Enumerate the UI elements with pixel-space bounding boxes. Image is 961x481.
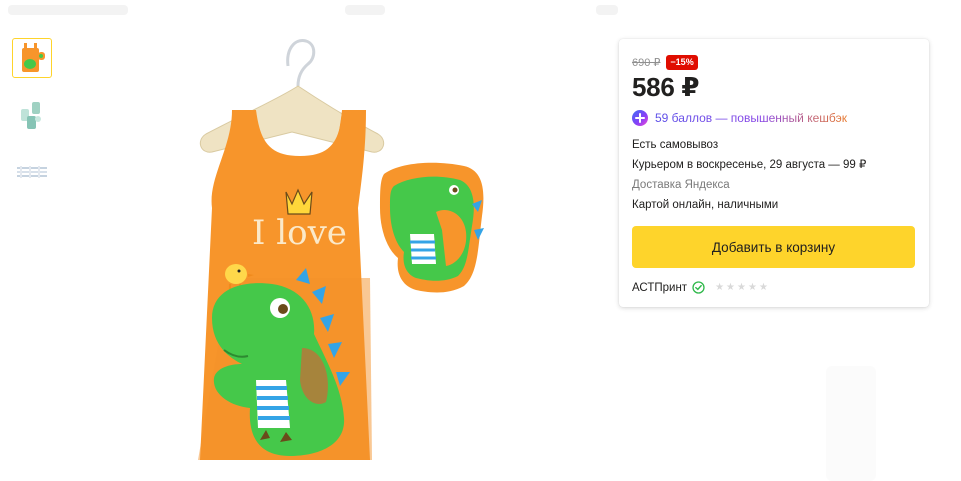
star-icon: ★ bbox=[715, 281, 725, 293]
cashback-row[interactable]: 59 баллов — повышенный кешбэк bbox=[632, 110, 916, 126]
old-price: 690 ₽ bbox=[632, 56, 661, 69]
apron-thumb-icon bbox=[21, 102, 41, 129]
sleeve-icon bbox=[380, 162, 484, 293]
payment-text: Картой онлайн, наличными bbox=[632, 199, 779, 211]
star-icon: ★ bbox=[747, 281, 757, 293]
star-icon: ★ bbox=[737, 281, 746, 293]
orange-dinosaur-apron-image: I love bbox=[198, 39, 484, 460]
apron-thumb-icon bbox=[22, 43, 45, 72]
thumbnail-2[interactable] bbox=[12, 95, 52, 135]
background-remnant bbox=[826, 366, 876, 481]
size-chart-thumb-icon bbox=[17, 166, 47, 178]
star-icon: ★ bbox=[726, 281, 736, 293]
seller-row: АСТПринт ★ ★ ★ ★ ★ bbox=[632, 281, 916, 294]
delivery-info: Есть самовывоз Курьером в воскресенье, 2… bbox=[632, 138, 916, 212]
top-bar-remnant bbox=[0, 0, 961, 22]
seller-name[interactable]: АСТПринт bbox=[632, 282, 687, 294]
top-bar-ghost bbox=[8, 5, 128, 15]
discount-badge: −15% bbox=[666, 54, 698, 70]
old-price-row: 690 ₽ −15% bbox=[632, 54, 916, 70]
product-main-image[interactable]: I love bbox=[80, 28, 600, 481]
offer-card: 690 ₽ −15% 586 ₽ 59 баллов — повышенный … bbox=[619, 39, 929, 307]
thumbnail-3[interactable] bbox=[12, 152, 52, 192]
thumbnail-1[interactable] bbox=[12, 38, 52, 78]
top-bar-ghost bbox=[596, 5, 618, 15]
cashback-text: 59 баллов — повышенный кешбэк bbox=[655, 111, 847, 125]
courier-text: Курьером в воскресенье, 29 августа — 99 … bbox=[632, 159, 867, 171]
current-price: 586 ₽ bbox=[632, 72, 700, 102]
seller-rating[interactable]: ★ ★ ★ ★ ★ bbox=[715, 281, 768, 293]
plus-points-icon bbox=[632, 110, 648, 126]
top-bar-ghost bbox=[345, 5, 385, 15]
pickup-text: Есть самовывоз bbox=[632, 139, 719, 151]
chick-icon bbox=[225, 264, 247, 284]
verified-check-icon bbox=[692, 281, 705, 294]
star-icon: ★ bbox=[758, 281, 768, 293]
hanger-hook-icon bbox=[286, 39, 316, 87]
delivery-service-text: Доставка Яндекса bbox=[632, 179, 730, 191]
thumbnail-list bbox=[12, 38, 54, 209]
apron-print-text: I love bbox=[252, 213, 347, 253]
add-to-cart-button[interactable]: Добавить в корзину bbox=[632, 226, 915, 268]
